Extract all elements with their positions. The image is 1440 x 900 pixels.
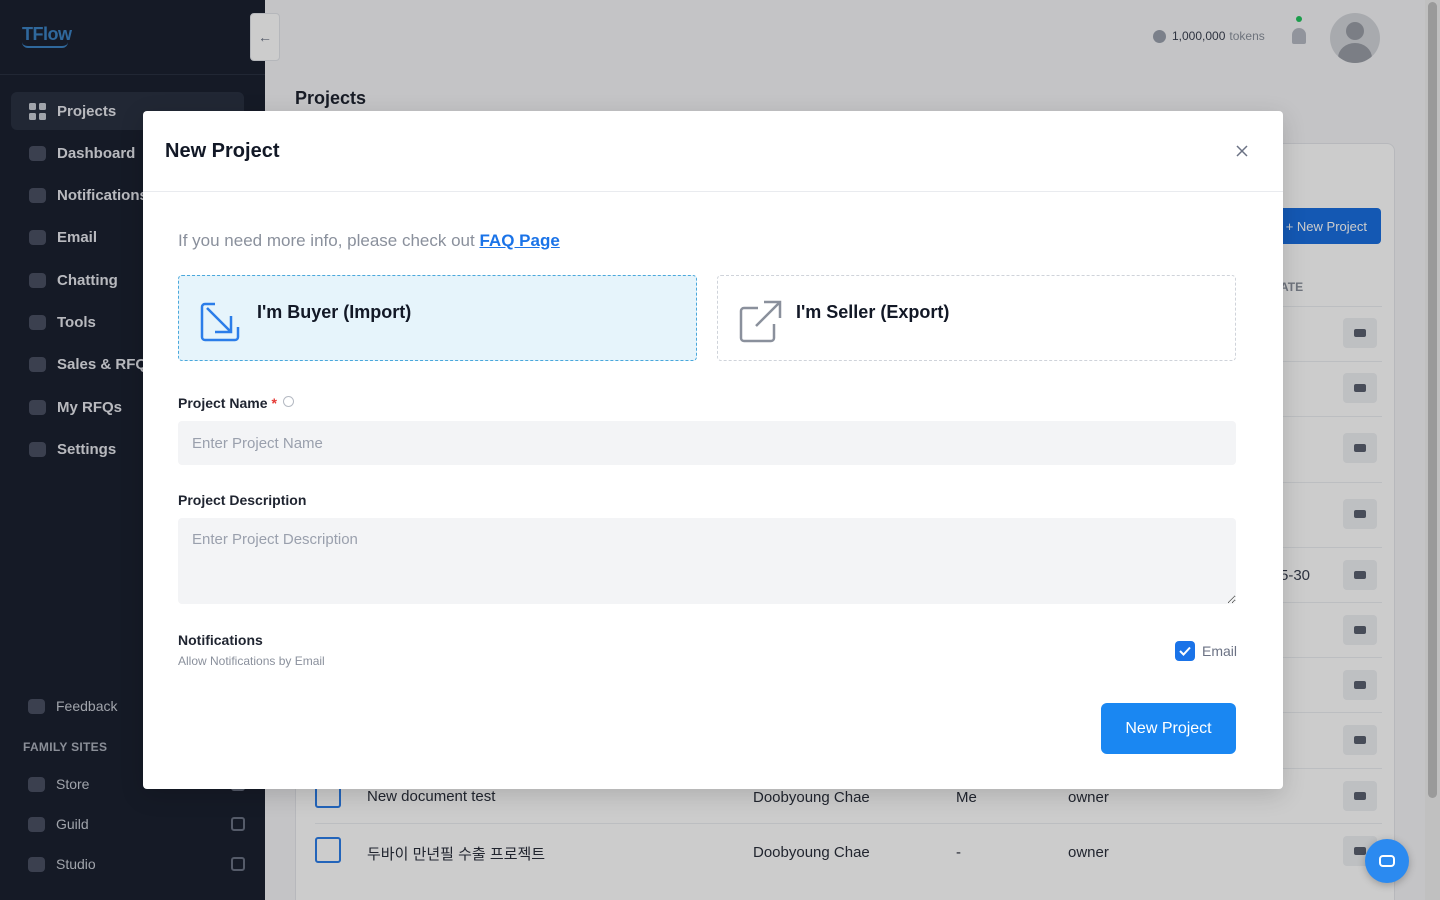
export-arrow-icon <box>739 300 782 343</box>
notifications-title: Notifications <box>178 632 263 648</box>
email-checkbox[interactable] <box>1175 641 1195 661</box>
info-icon[interactable] <box>282 396 294 407</box>
close-button[interactable] <box>1232 141 1252 161</box>
info-line: If you need more info, please check out … <box>178 231 560 251</box>
import-arrow-icon <box>200 302 240 342</box>
project-name-label: Project Name * <box>178 395 294 411</box>
buyer-option-card[interactable]: I'm Buyer (Import) <box>178 275 697 361</box>
project-description-input[interactable] <box>178 518 1236 604</box>
buyer-option-label: I'm Buyer (Import) <box>257 301 412 322</box>
modal-header: New Project <box>143 111 1283 192</box>
info-text: If you need more info, please check out <box>178 231 475 250</box>
submit-new-project-button[interactable]: New Project <box>1101 703 1236 754</box>
project-name-input[interactable] <box>178 421 1236 465</box>
faq-link[interactable]: FAQ Page <box>479 231 559 250</box>
project-name-label-text: Project Name <box>178 395 268 411</box>
close-icon <box>1236 145 1248 157</box>
modal-title: New Project <box>165 140 280 162</box>
chat-icon <box>1379 855 1395 867</box>
email-notification-toggle[interactable]: Email <box>1175 641 1237 661</box>
notifications-subtitle: Allow Notifications by Email <box>178 654 325 668</box>
required-star: * <box>271 395 277 411</box>
chat-launcher-button[interactable] <box>1365 839 1409 883</box>
new-project-modal: New Project If you need more info, pleas… <box>143 111 1283 789</box>
email-checkbox-label: Email <box>1202 643 1238 659</box>
seller-option-card[interactable]: I'm Seller (Export) <box>717 275 1236 361</box>
seller-option-label: I'm Seller (Export) <box>796 301 950 322</box>
project-description-label: Project Description <box>178 492 307 508</box>
checkmark-icon <box>1179 646 1191 656</box>
